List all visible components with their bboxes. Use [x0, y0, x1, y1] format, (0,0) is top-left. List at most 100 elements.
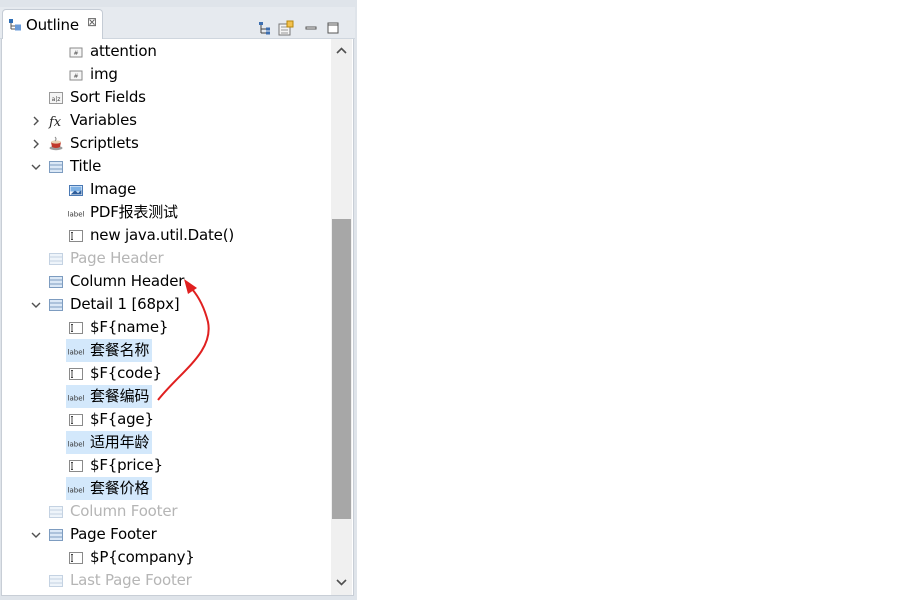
sort-icon: a|z — [49, 92, 63, 104]
tree-item[interactable]: a|z Sort Fields — [2, 86, 330, 109]
tree-item[interactable]: $F{name} — [2, 316, 330, 339]
scroll-thumb[interactable] — [332, 219, 351, 519]
band-icon — [49, 161, 63, 173]
image-icon — [69, 185, 83, 196]
tree-item[interactable]: new java.util.Date() — [2, 224, 330, 247]
tree-item[interactable]: $P{company} — [2, 546, 330, 569]
view-tab-bar: Outline ⊠ — [0, 7, 355, 39]
tree-item[interactable]: label 套餐编码 — [2, 385, 330, 408]
band-icon — [49, 276, 63, 288]
tree-item-label: $F{price} — [90, 456, 163, 474]
tree-sort-icon[interactable] — [257, 20, 273, 36]
svg-text:label: label — [68, 487, 84, 495]
tree-item-label: Page Footer — [70, 525, 157, 543]
filter-icon[interactable] — [278, 20, 294, 36]
svg-text:fx: fx — [48, 115, 62, 129]
tree-item[interactable]: Last Page Footer — [2, 569, 330, 592]
vertical-scrollbar[interactable] — [331, 39, 352, 595]
tree-item-label: 套餐名称 — [90, 341, 150, 359]
tree-item[interactable]: Column Header — [2, 270, 330, 293]
tree-item[interactable]: Image — [2, 178, 330, 201]
tree-item-label: $F{age} — [90, 410, 154, 428]
tree-item[interactable]: # attention — [2, 40, 330, 63]
svg-text:label: label — [68, 395, 84, 403]
svg-text:#: # — [73, 73, 78, 80]
coffee-icon — [49, 136, 63, 151]
tree-item-label: 套餐编码 — [90, 387, 150, 405]
tree-item-label: $F{name} — [90, 318, 169, 336]
svg-text:a|z: a|z — [52, 96, 61, 103]
textfield-icon — [69, 368, 83, 380]
tree-item[interactable]: Column Footer — [2, 500, 330, 523]
tree-item[interactable]: Title — [2, 155, 330, 178]
expanded-chevron-icon[interactable] — [30, 299, 42, 311]
tree-item-label: Image — [90, 180, 136, 198]
collapsed-chevron-icon[interactable] — [30, 115, 42, 127]
label-icon: label — [68, 211, 84, 219]
svg-text:label: label — [68, 349, 84, 357]
band-icon — [49, 529, 63, 541]
svg-text:#: # — [73, 50, 78, 57]
maximize-icon[interactable] — [325, 20, 341, 36]
tree-item-label: Detail 1 [68px] — [70, 295, 180, 313]
tree-item-label: new java.util.Date() — [90, 226, 235, 244]
label-icon: label — [68, 395, 84, 403]
tree-item[interactable]: fx Variables — [2, 109, 330, 132]
tab-title: Outline — [26, 16, 79, 34]
tree-item[interactable]: Detail 1 [68px] — [2, 293, 330, 316]
expanded-chevron-icon[interactable] — [30, 529, 42, 541]
tree-item[interactable]: Page Footer — [2, 523, 330, 546]
svg-text:label: label — [68, 211, 84, 219]
textfield-icon — [69, 322, 83, 334]
textfield-icon — [69, 414, 83, 426]
tree-item-label: 套餐价格 — [90, 479, 150, 497]
outline-tree[interactable]: # attention # img a|z Sort Fields fx Variables S… — [1, 39, 354, 596]
expanded-chevron-icon[interactable] — [30, 161, 42, 173]
tree-item-label: PDF报表测试 — [90, 203, 178, 221]
scroll-up-icon[interactable] — [331, 41, 352, 61]
tree-item[interactable]: label PDF报表测试 — [2, 201, 330, 224]
tree-item[interactable]: $F{age} — [2, 408, 330, 431]
label-icon: label — [68, 487, 84, 495]
tree-item-label: $P{company} — [90, 548, 195, 566]
tree-item-label: Column Header — [70, 272, 185, 290]
scroll-down-icon[interactable] — [331, 572, 352, 592]
collapsed-chevron-icon[interactable] — [30, 138, 42, 150]
svg-text:label: label — [68, 441, 84, 449]
tree-item-label: Variables — [70, 111, 137, 129]
tree-item[interactable]: label 适用年龄 — [2, 431, 330, 454]
tree-item[interactable]: # img — [2, 63, 330, 86]
tree-item-label: Column Footer — [70, 502, 178, 520]
tree-item-label: Scriptlets — [70, 134, 139, 152]
band-icon — [49, 506, 63, 518]
band-icon — [49, 575, 63, 587]
label-icon: label — [68, 441, 84, 449]
label-icon: label — [68, 349, 84, 357]
fx-icon: fx — [48, 115, 62, 129]
tree-item-label: 适用年龄 — [90, 433, 150, 451]
tree-item[interactable]: Page Header — [2, 247, 330, 270]
outline-icon — [9, 19, 21, 31]
minimize-icon[interactable] — [303, 20, 319, 36]
outline-view: Outline ⊠ # attention # img a|z Sort Fields f — [0, 0, 357, 600]
tree-item[interactable]: $F{code} — [2, 362, 330, 385]
field-icon: # — [69, 70, 83, 81]
field-icon: # — [69, 47, 83, 58]
band-icon — [49, 253, 63, 265]
tree-item[interactable]: label 套餐名称 — [2, 339, 330, 362]
tree-item-label: Last Page Footer — [70, 571, 192, 589]
textfield-icon — [69, 460, 83, 472]
textfield-icon — [69, 552, 83, 564]
tab-outline[interactable]: Outline ⊠ — [2, 9, 103, 39]
tree-item-label: attention — [90, 42, 157, 60]
tree-item-label: $F{code} — [90, 364, 162, 382]
textfield-icon — [69, 230, 83, 242]
band-icon — [49, 299, 63, 311]
close-icon[interactable]: ⊠ — [87, 15, 97, 29]
tree-item[interactable]: $F{price} — [2, 454, 330, 477]
tree-item-label: img — [90, 65, 118, 83]
tree-item-label: Title — [70, 157, 102, 175]
tree-item-label: Page Header — [70, 249, 164, 267]
tree-item[interactable]: label 套餐价格 — [2, 477, 330, 500]
tree-item[interactable]: Scriptlets — [2, 132, 330, 155]
